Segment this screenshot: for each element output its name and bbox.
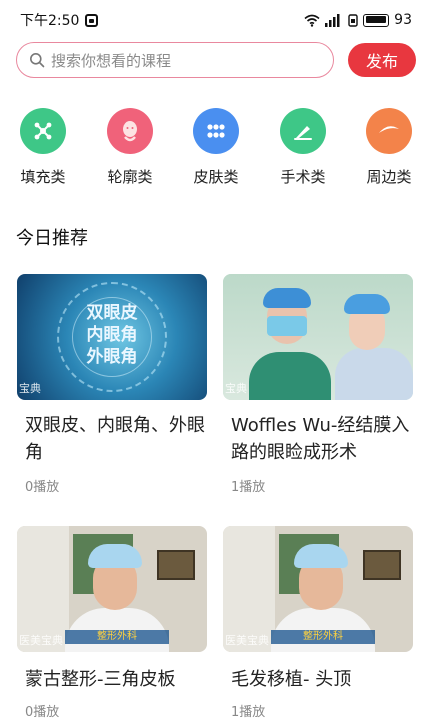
watermark: 医美宝典	[19, 634, 63, 647]
molecule-icon	[20, 108, 66, 154]
signal-icon	[325, 13, 340, 27]
publish-button[interactable]: 发布	[348, 43, 416, 77]
play-count: 1播放	[231, 480, 266, 495]
category-row: 填充类 轮廓类 皮肤类 手术类 周边类	[0, 108, 432, 188]
thumb-banner: 整形外科	[65, 630, 169, 644]
battery-icon	[363, 13, 390, 27]
category-fill[interactable]: 填充类	[8, 108, 78, 187]
course-title: 毛发移植- 头顶	[231, 669, 352, 690]
dots-grid-icon	[193, 108, 239, 154]
thumb-banner: 整形外科	[271, 630, 375, 644]
course-card[interactable]: 整形外科 医美宝典 毛发移植- 头顶 1播放	[223, 526, 413, 720]
category-label: 周边类	[366, 168, 412, 186]
notification-icon	[85, 13, 99, 27]
course-thumbnail: 整形外科 医美宝典	[17, 526, 207, 652]
play-count: 0播放	[25, 480, 60, 495]
wifi-icon	[304, 14, 320, 27]
thumb-text-line: 内眼角	[86, 325, 138, 345]
category-peripheral[interactable]: 周边类	[354, 108, 424, 187]
section-title: 今日推荐	[16, 228, 88, 249]
course-card[interactable]: 宝典 Woffles Wu-经结膜入路的眼睑成形术 1播放	[223, 274, 413, 495]
status-time-group: 下午2:50	[20, 10, 99, 30]
category-label: 皮肤类	[193, 168, 239, 186]
scalpel-icon	[280, 108, 326, 154]
face-icon	[107, 108, 153, 154]
watermark: 医美宝典	[225, 634, 269, 647]
watermark: 宝典	[225, 382, 247, 395]
status-time: 下午2:50	[20, 13, 80, 29]
category-label: 填充类	[20, 168, 66, 186]
play-count: 0播放	[25, 705, 60, 720]
sim-icon	[348, 13, 358, 27]
battery-level: 93	[394, 12, 412, 28]
course-thumbnail: 整形外科 医美宝典	[223, 526, 413, 652]
search-icon	[30, 53, 45, 68]
category-contour[interactable]: 轮廓类	[95, 108, 165, 187]
course-title: 双眼皮、内眼角、外眼角	[25, 415, 205, 463]
course-card[interactable]: 双眼皮 内眼角 外眼角 宝典 双眼皮、内眼角、外眼角 0播放	[17, 274, 207, 495]
eyebrow-icon	[366, 108, 412, 154]
category-label: 轮廓类	[107, 168, 153, 186]
category-label: 手术类	[280, 168, 326, 186]
thumb-text-line: 外眼角	[86, 347, 138, 367]
search-placeholder: 搜索你想看的课程	[51, 51, 172, 70]
watermark: 宝典	[19, 382, 41, 395]
thumb-text-line: 双眼皮	[86, 303, 138, 323]
course-thumbnail: 双眼皮 内眼角 外眼角 宝典	[17, 274, 207, 400]
status-bar: 下午2:50 93	[0, 0, 432, 40]
status-right-group: 93	[304, 12, 412, 28]
play-count: 1播放	[231, 705, 266, 720]
search-input[interactable]: 搜索你想看的课程	[16, 42, 334, 78]
category-surgery[interactable]: 手术类	[268, 108, 338, 187]
course-title: Woffles Wu-经结膜入路的眼睑成形术	[231, 415, 410, 463]
course-card[interactable]: 整形外科 医美宝典 蒙古整形-三角皮板 0播放	[17, 526, 207, 720]
category-skin[interactable]: 皮肤类	[181, 108, 251, 187]
course-title: 蒙古整形-三角皮板	[25, 669, 176, 690]
search-row: 搜索你想看的课程 发布	[16, 42, 416, 78]
course-thumbnail: 宝典	[223, 274, 413, 400]
